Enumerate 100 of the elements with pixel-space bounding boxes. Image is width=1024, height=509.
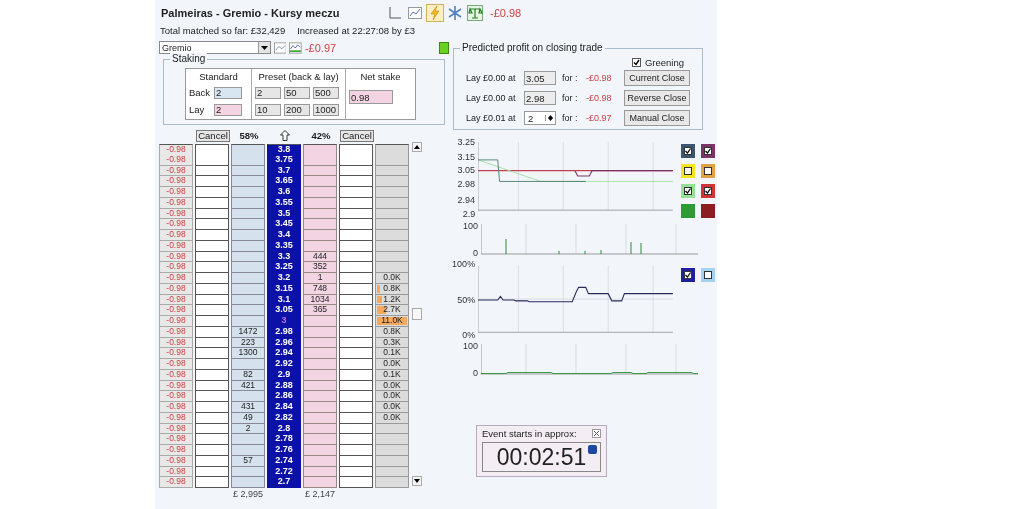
graph-icon[interactable] [289, 39, 302, 56]
order-cell[interactable] [195, 197, 229, 209]
lay-cell[interactable] [303, 240, 337, 252]
back-cell[interactable] [231, 316, 265, 327]
up-arrow-icon[interactable] [280, 130, 290, 141]
back-cell[interactable] [231, 466, 265, 478]
lay-cell[interactable] [303, 359, 337, 370]
scroll-thumb[interactable] [412, 308, 422, 320]
close-button[interactable]: Manual Close [624, 110, 690, 126]
order-cell[interactable] [339, 305, 373, 316]
order-cell[interactable] [195, 262, 229, 273]
odds-spinner[interactable]: 2 [524, 111, 556, 125]
order-cell[interactable] [339, 412, 373, 424]
back-cell[interactable] [231, 359, 265, 370]
lay-cell[interactable] [303, 144, 337, 156]
lay-stake-field[interactable]: 2 [214, 103, 242, 116]
back-cell[interactable] [231, 283, 265, 295]
lay-cell[interactable] [303, 455, 337, 467]
order-cell[interactable] [195, 359, 229, 370]
order-cell[interactable] [195, 176, 229, 187]
back-cell[interactable] [231, 154, 265, 166]
order-cell[interactable] [339, 359, 373, 370]
order-cell[interactable] [339, 445, 373, 456]
order-cell[interactable] [339, 219, 373, 230]
lay-cell[interactable] [303, 154, 337, 166]
order-cell[interactable] [339, 466, 373, 478]
lay-cell[interactable] [303, 466, 337, 478]
order-cell[interactable] [339, 402, 373, 413]
order-cell[interactable] [195, 391, 229, 402]
order-cell[interactable] [339, 294, 373, 306]
order-cell[interactable] [339, 423, 373, 435]
order-cell[interactable] [195, 348, 229, 359]
lay-cell[interactable] [303, 219, 337, 230]
back-cell[interactable] [231, 294, 265, 306]
order-cell[interactable] [339, 176, 373, 187]
order-cell[interactable] [195, 402, 229, 413]
back-cell[interactable]: 2 [231, 423, 265, 435]
order-cell[interactable] [195, 230, 229, 241]
lay-cell[interactable] [303, 391, 337, 402]
order-cell[interactable] [195, 455, 229, 467]
order-cell[interactable] [339, 144, 373, 156]
net-stake-field[interactable]: 0.98 [349, 90, 393, 104]
order-cell[interactable] [195, 316, 229, 327]
order-cell[interactable] [195, 165, 229, 177]
back-cell[interactable] [231, 208, 265, 220]
lay-cell[interactable] [303, 477, 337, 488]
close-button[interactable] [592, 429, 601, 438]
lay-cell[interactable] [303, 165, 337, 177]
order-cell[interactable] [195, 219, 229, 230]
order-cell[interactable] [339, 348, 373, 359]
order-cell[interactable] [195, 251, 229, 263]
order-cell[interactable] [339, 154, 373, 166]
preset-field[interactable]: 200 [284, 103, 310, 116]
back-cell[interactable] [231, 391, 265, 402]
order-cell[interactable] [195, 187, 229, 198]
order-cell[interactable] [339, 251, 373, 263]
lay-cell[interactable] [303, 434, 337, 445]
cancel-button[interactable]: Cancel [196, 129, 230, 142]
order-cell[interactable] [339, 369, 373, 381]
back-cell[interactable]: 82 [231, 369, 265, 381]
order-cell[interactable] [339, 434, 373, 445]
order-cell[interactable] [195, 380, 229, 392]
lay-cell[interactable] [303, 337, 337, 349]
back-cell[interactable] [231, 262, 265, 273]
preset-field[interactable]: 50 [284, 86, 310, 99]
order-cell[interactable] [195, 423, 229, 435]
lay-cell[interactable]: 748 [303, 283, 337, 295]
lay-cell[interactable] [303, 187, 337, 198]
preset-field[interactable]: 10 [255, 103, 281, 116]
order-cell[interactable] [195, 477, 229, 488]
preset-field[interactable]: 1000 [313, 103, 339, 116]
back-cell[interactable] [231, 240, 265, 252]
lay-cell[interactable] [303, 197, 337, 209]
lay-cell[interactable]: 1 [303, 273, 337, 284]
order-cell[interactable] [195, 294, 229, 306]
order-cell[interactable] [339, 187, 373, 198]
lay-cell[interactable]: 365 [303, 305, 337, 316]
lay-cell[interactable] [303, 445, 337, 456]
order-cell[interactable] [195, 154, 229, 166]
back-cell[interactable] [231, 187, 265, 198]
order-cell[interactable] [339, 337, 373, 349]
close-button[interactable]: Reverse Close [624, 90, 690, 106]
back-cell[interactable] [231, 219, 265, 230]
order-cell[interactable] [339, 197, 373, 209]
preset-field[interactable]: 500 [313, 86, 339, 99]
order-cell[interactable] [195, 208, 229, 220]
order-cell[interactable] [339, 230, 373, 241]
back-cell[interactable] [231, 434, 265, 445]
order-cell[interactable] [195, 445, 229, 456]
order-cell[interactable] [195, 369, 229, 381]
lay-cell[interactable] [303, 402, 337, 413]
order-cell[interactable] [339, 391, 373, 402]
lay-cell[interactable] [303, 208, 337, 220]
spin-down-icon[interactable] [548, 118, 553, 121]
back-cell[interactable] [231, 273, 265, 284]
back-stake-field[interactable]: 2 [214, 86, 242, 99]
spin-up-icon[interactable] [548, 115, 553, 118]
order-cell[interactable] [339, 477, 373, 488]
order-cell[interactable] [195, 337, 229, 349]
order-cell[interactable] [339, 273, 373, 284]
